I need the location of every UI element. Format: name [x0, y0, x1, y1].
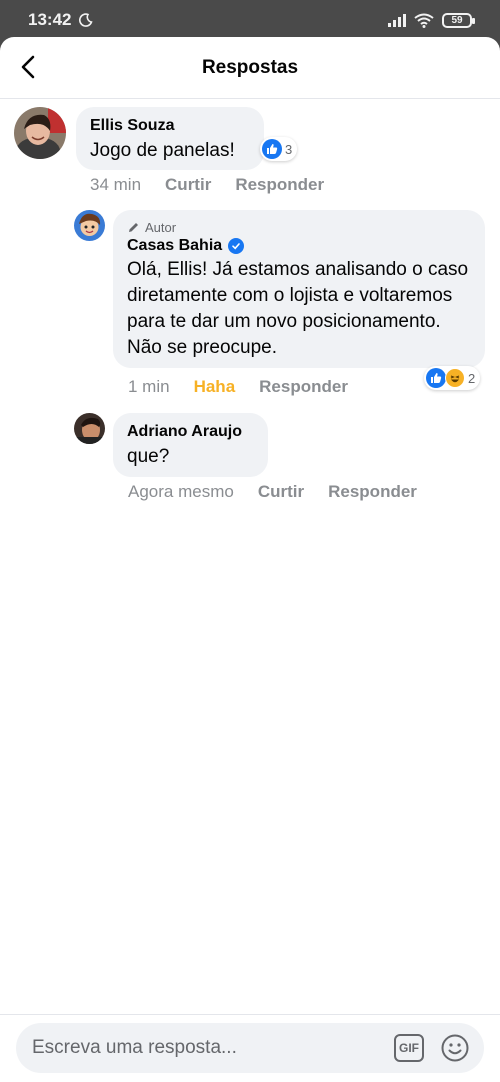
chevron-left-icon	[21, 55, 35, 79]
emoji-icon[interactable]	[440, 1033, 470, 1063]
author-badge: Autor	[127, 220, 471, 235]
reply-button[interactable]: Responder	[259, 377, 348, 397]
reactions-summary[interactable]: 3	[260, 137, 298, 161]
status-right: 59	[388, 12, 475, 28]
reply-button[interactable]: Responder	[328, 482, 417, 502]
comment-text: Jogo de panelas!	[90, 140, 235, 161]
like-reaction-icon	[426, 368, 446, 388]
avatar[interactable]	[14, 107, 66, 159]
battery-level: 59	[451, 14, 463, 26]
gif-label: GIF	[399, 1041, 419, 1055]
back-button[interactable]	[10, 49, 46, 85]
comment-author[interactable]: Casas Bahia	[127, 237, 222, 255]
comment-bubble[interactable]: Ellis Souza Jogo de panelas!	[76, 107, 264, 170]
comment-time: 1 min	[128, 377, 170, 396]
comment-time: Agora mesmo	[128, 482, 234, 501]
haha-button[interactable]: Haha	[194, 377, 236, 397]
haha-reaction-icon	[445, 368, 465, 388]
comment-actions: 1 min Haha Responder	[128, 377, 348, 397]
reactions-summary[interactable]: 2	[424, 366, 481, 390]
avatar[interactable]	[74, 210, 105, 241]
comment-actions: 34 min Curtir Responder	[90, 175, 324, 195]
comment-actions: Agora mesmo Curtir Responder	[128, 482, 417, 502]
comment-author-row: Casas Bahia	[127, 237, 471, 255]
avatar[interactable]	[74, 413, 105, 444]
battery-icon: 59	[442, 12, 475, 28]
comment-ellis-souza: Ellis Souza Jogo de panelas!	[14, 107, 264, 170]
verified-icon	[228, 238, 245, 254]
author-badge-label: Autor	[145, 220, 177, 235]
comment-bubble[interactable]: Autor Casas Bahia Olá, Ellis! Já estamos…	[113, 210, 485, 368]
comment-bubble[interactable]: Adriano Araujo que?	[113, 413, 268, 477]
like-button[interactable]: Curtir	[165, 175, 211, 195]
reply-input-container[interactable]: GIF	[16, 1023, 484, 1073]
moon-icon	[79, 13, 94, 27]
comment-author[interactable]: Adriano Araujo	[127, 423, 254, 441]
signal-icon	[388, 13, 406, 27]
like-button[interactable]: Curtir	[258, 482, 304, 502]
like-reaction-icon	[262, 139, 282, 159]
reaction-count: 3	[285, 141, 293, 157]
reply-button[interactable]: Responder	[235, 175, 324, 195]
wifi-icon	[414, 13, 434, 28]
gif-button[interactable]: GIF	[394, 1034, 424, 1062]
page-title: Respostas	[201, 56, 299, 78]
pencil-icon	[129, 223, 138, 232]
comment-author[interactable]: Ellis Souza	[90, 117, 250, 135]
comment-casas-bahia: Autor Casas Bahia Olá, Ellis! Já estamos…	[74, 210, 485, 368]
comment-time: 34 min	[90, 175, 142, 194]
comment-text: Olá, Ellis! Já estamos analisando o caso…	[127, 259, 469, 358]
reaction-count: 2	[468, 370, 476, 386]
comment-adriano-araujo: Adriano Araujo que?	[74, 413, 268, 477]
comment-text: que?	[127, 446, 170, 467]
replies-sheet: Respostas Ellis Souza Jogo de panelas! 3…	[0, 37, 500, 1082]
status-time: 13:42	[28, 10, 72, 29]
reply-composer: GIF	[0, 1014, 500, 1082]
status-left: 13:42	[28, 10, 94, 30]
reply-input[interactable]	[32, 1037, 394, 1059]
header: Respostas	[0, 37, 500, 99]
